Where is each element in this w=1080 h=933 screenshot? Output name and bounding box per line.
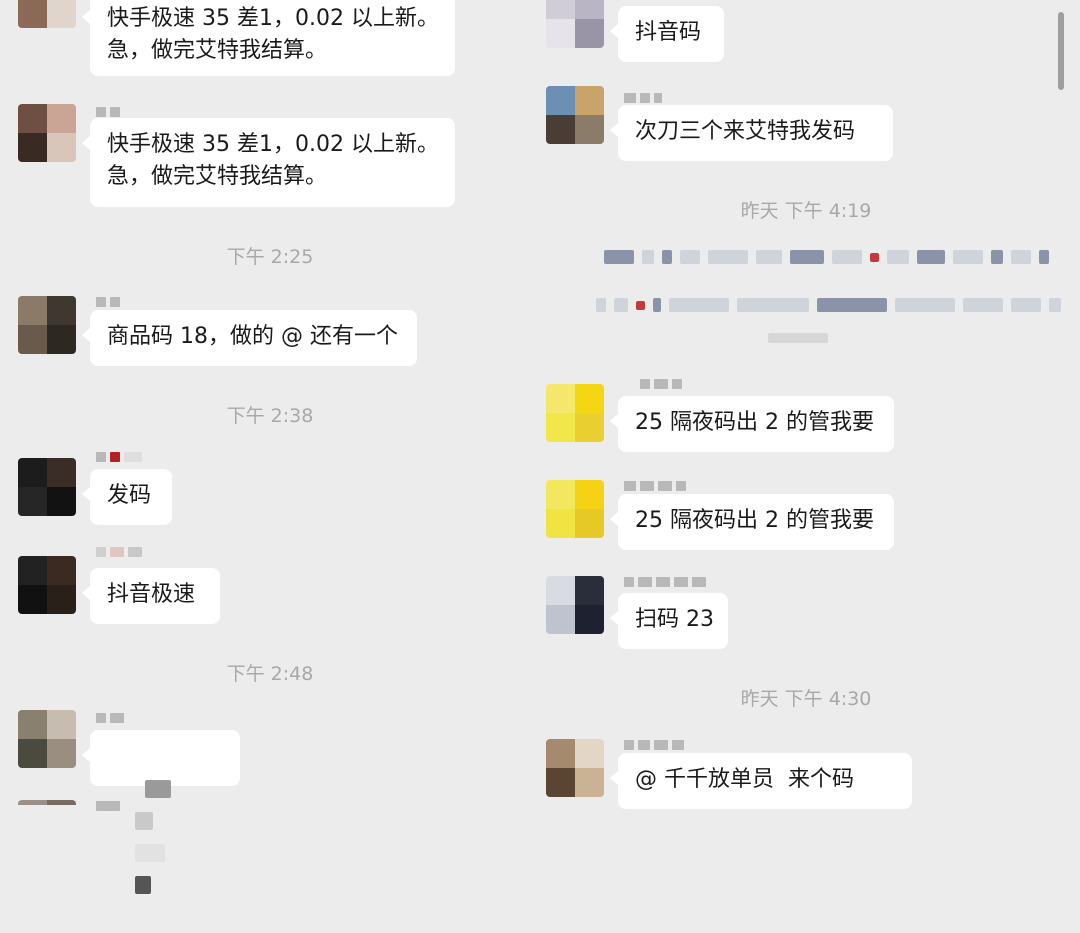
blurred-system-notice <box>768 333 828 343</box>
avatar[interactable] <box>546 384 604 442</box>
blurred-system-notice <box>604 250 1049 264</box>
avatar[interactable] <box>18 296 76 354</box>
avatar[interactable] <box>546 576 604 634</box>
message-bubble[interactable]: 快手极速 35 差1，0.02 以上新。 急，做完艾特我结算。 <box>82 0 455 76</box>
sender-name <box>96 800 120 812</box>
blurred-system-notice <box>596 298 1061 312</box>
sender-name <box>624 576 706 588</box>
chat-panel-left: 快手极速 35 差1，0.02 以上新。 急，做完艾特我结算。 快手极速 35 … <box>0 0 540 894</box>
message-bubble[interactable]: 25 隔夜码出 2 的管我要 <box>610 396 894 452</box>
sender-name <box>96 451 142 463</box>
message-bubble[interactable]: 抖音极速 <box>82 568 220 624</box>
message-bubble[interactable]: 25 隔夜码出 2 的管我要 <box>610 494 894 550</box>
sender-name <box>640 378 682 390</box>
blurred-content <box>144 780 171 798</box>
sender-name <box>96 106 120 118</box>
avatar[interactable] <box>18 0 76 28</box>
scrollbar[interactable] <box>1058 12 1064 90</box>
avatar[interactable] <box>546 739 604 797</box>
timestamp: 下午 2:25 <box>226 246 314 268</box>
avatar[interactable] <box>18 556 76 614</box>
sender-name <box>96 546 142 558</box>
avatar[interactable] <box>18 800 76 809</box>
blurred-content <box>134 876 151 894</box>
message-bubble[interactable]: 抖音码 <box>610 6 724 62</box>
timestamp: 昨天 下午 4:30 <box>740 688 872 710</box>
avatar[interactable] <box>546 480 604 538</box>
timestamp: 昨天 下午 4:19 <box>740 200 872 222</box>
timestamp: 下午 2:38 <box>226 405 314 427</box>
blurred-content <box>134 844 165 862</box>
blurred-message-bubble[interactable] <box>82 730 240 894</box>
message-bubble[interactable]: 商品码 18，做的 @ 还有一个 <box>82 310 417 366</box>
sender-name <box>624 92 662 104</box>
avatar[interactable] <box>546 86 604 144</box>
sender-name <box>624 739 684 751</box>
message-bubble[interactable]: @ 千千放单员 来个码 <box>610 753 912 809</box>
message-bubble[interactable]: 发码 <box>82 469 172 525</box>
sender-name <box>624 480 686 492</box>
sender-name <box>96 712 124 724</box>
avatar[interactable] <box>18 104 76 162</box>
blurred-content <box>134 812 153 830</box>
sender-name <box>96 296 120 308</box>
message-bubble[interactable]: 次刀三个来艾特我发码 <box>610 105 893 161</box>
chat-panel-right: 抖音码 次刀三个来艾特我发码 昨天 下午 4:19 25 隔夜码出 2 的管我要… <box>540 0 1080 809</box>
message-bubble[interactable]: 快手极速 35 差1，0.02 以上新。 急，做完艾特我结算。 <box>82 118 455 207</box>
avatar[interactable] <box>18 710 76 768</box>
avatar[interactable] <box>18 458 76 516</box>
avatar[interactable] <box>546 0 604 48</box>
timestamp: 下午 2:48 <box>226 663 314 685</box>
message-bubble[interactable]: 扫码 23 <box>610 593 728 649</box>
